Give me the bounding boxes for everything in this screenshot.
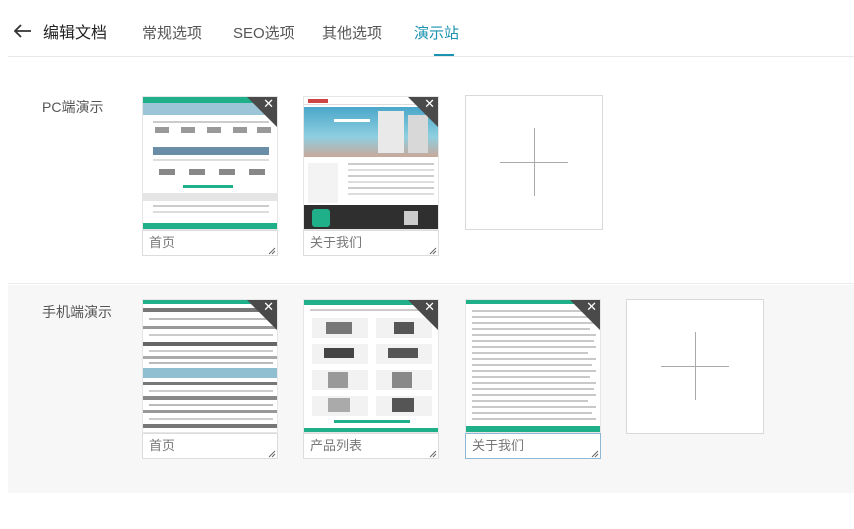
resize-handle-icon[interactable] — [268, 247, 276, 255]
pc-home-thumbnail[interactable]: ✕ — [142, 96, 278, 230]
header: 编辑文档 常规选项 SEO选项 其他选项 演示站 — [8, 0, 854, 57]
resize-handle-icon[interactable] — [268, 450, 276, 458]
pc-demo-label: PC端演示 — [42, 99, 104, 115]
mobile-home-thumbnail[interactable]: ✕ — [142, 299, 278, 433]
tab-seo[interactable]: SEO选项 — [233, 24, 295, 44]
close-icon[interactable]: ✕ — [424, 97, 435, 111]
resize-handle-icon[interactable] — [429, 450, 437, 458]
active-tab-indicator — [434, 54, 454, 56]
pc-home-name-input[interactable]: 首页 — [142, 230, 278, 256]
mobile-demo-card: ✕ 首页 — [142, 299, 278, 459]
close-icon[interactable]: ✕ — [586, 300, 597, 314]
pc-demo-card: ✕ 关于我们 — [303, 96, 439, 256]
page-title: 编辑文档 — [43, 25, 108, 42]
mobile-about-name-input[interactable]: 关于我们 — [465, 433, 601, 459]
mobile-demo-label: 手机端演示 — [42, 304, 112, 320]
close-icon[interactable]: ✕ — [424, 300, 435, 314]
resize-handle-icon[interactable] — [591, 450, 599, 458]
close-icon[interactable]: ✕ — [263, 300, 274, 314]
pc-demo-card: ✕ 首页 — [142, 96, 278, 256]
pc-about-name-input[interactable]: 关于我们 — [303, 230, 439, 256]
mobile-products-name-input[interactable]: 产品列表 — [303, 433, 439, 459]
add-pc-demo-button[interactable] — [465, 95, 603, 230]
mobile-demo-card: ✕ 关于我们 — [465, 299, 601, 459]
resize-handle-icon[interactable] — [429, 247, 437, 255]
mobile-products-thumbnail[interactable]: ✕ — [303, 299, 439, 433]
tab-other[interactable]: 其他选项 — [322, 24, 382, 44]
pc-demo-section: PC端演示 ✕ 首页 ✕ 关于我们 — [8, 58, 854, 284]
mobile-about-thumbnail[interactable]: ✕ — [465, 299, 601, 433]
mobile-demo-card: ✕ 产品列表 — [303, 299, 439, 459]
close-icon[interactable]: ✕ — [263, 97, 274, 111]
tab-demo[interactable]: 演示站 — [414, 24, 459, 44]
pc-about-thumbnail[interactable]: ✕ — [303, 96, 439, 230]
tab-general[interactable]: 常规选项 — [142, 24, 202, 44]
mobile-home-name-input[interactable]: 首页 — [142, 433, 278, 459]
arrow-left-icon[interactable] — [14, 24, 32, 38]
mobile-demo-section: 手机端演示 ✕ 首页 ✕ 产品列表 ✕ 关于我们 — [8, 285, 854, 493]
add-mobile-demo-button[interactable] — [626, 299, 764, 434]
